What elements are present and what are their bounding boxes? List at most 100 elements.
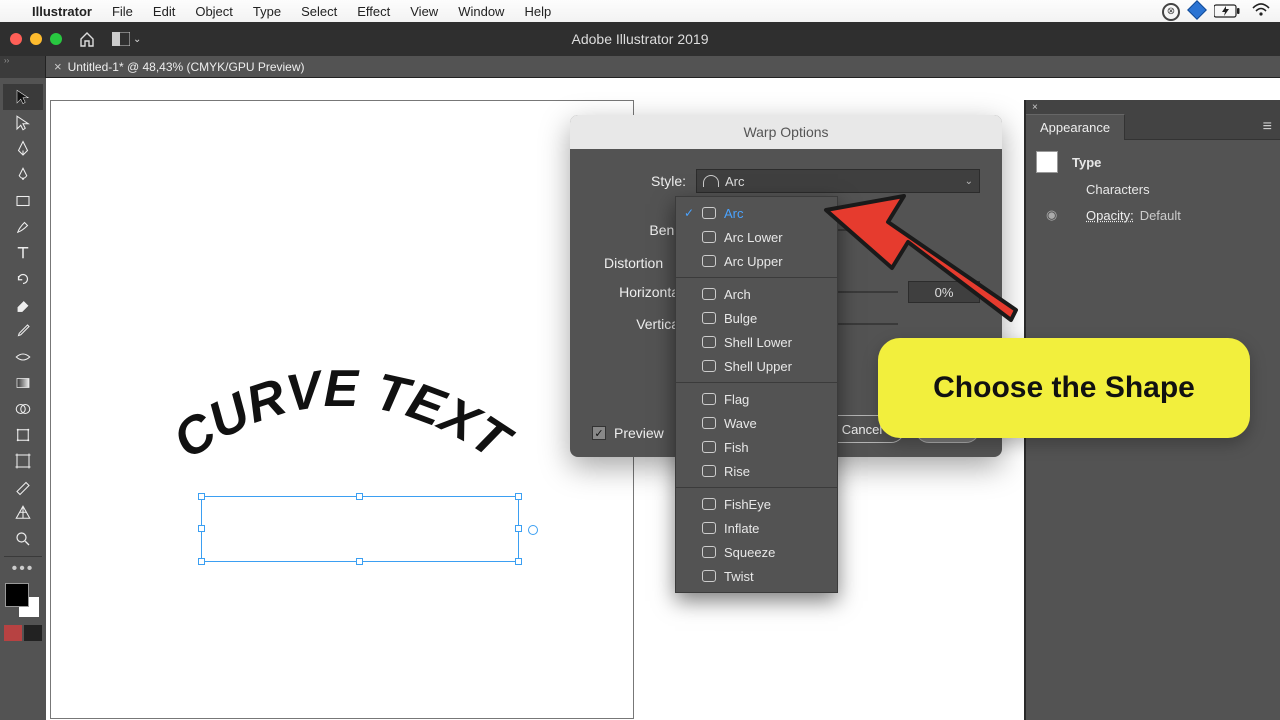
style-option-fish[interactable]: Fish	[676, 435, 837, 459]
wifi-icon[interactable]	[1252, 3, 1270, 20]
warp-shape-icon	[702, 207, 716, 219]
tab-close-icon[interactable]: ×	[54, 59, 62, 74]
eyedropper-tool[interactable]	[3, 318, 43, 344]
option-label: Twist	[724, 569, 754, 584]
check-icon: ✓	[684, 206, 694, 220]
annotation-callout: Choose the Shape	[878, 338, 1250, 438]
curved-text-object[interactable]: CURVE TEXT	[131, 351, 551, 511]
fill-swatch[interactable]	[5, 583, 29, 607]
visibility-toggle-icon[interactable]: ◉	[1046, 207, 1057, 223]
selection-rotate-handle[interactable]	[528, 525, 538, 535]
appearance-characters[interactable]: Characters	[1086, 182, 1150, 197]
dialog-titlebar[interactable]: Warp Options	[570, 115, 1002, 149]
selection-handle[interactable]	[356, 558, 363, 565]
type-tool[interactable]	[3, 240, 43, 266]
arc-icon	[703, 175, 719, 187]
gradient-tool[interactable]	[3, 370, 43, 396]
style-option-twist[interactable]: Twist	[676, 564, 837, 588]
opacity-label[interactable]: Opacity:	[1086, 208, 1134, 223]
fill-stroke-control[interactable]	[5, 583, 41, 619]
selection-handle[interactable]	[198, 558, 205, 565]
panel-menu-icon[interactable]: ≡	[1263, 118, 1272, 136]
style-option-arch[interactable]: Arch	[676, 282, 837, 306]
selection-handle[interactable]	[198, 493, 205, 500]
width-tool[interactable]	[3, 344, 43, 370]
menu-object[interactable]: Object	[185, 4, 243, 19]
warp-shape-icon	[702, 288, 716, 300]
warp-shape-icon	[702, 465, 716, 477]
diamond-icon[interactable]	[1190, 3, 1204, 20]
menu-view[interactable]: View	[400, 4, 448, 19]
draw-normal[interactable]	[4, 625, 22, 641]
creative-cloud-icon[interactable]: ⊗	[1162, 1, 1180, 21]
style-option-arc[interactable]: ✓ Arc	[676, 201, 837, 225]
rectangle-tool[interactable]	[3, 188, 43, 214]
selection-handle[interactable]	[515, 493, 522, 500]
zoom-tool[interactable]	[3, 526, 43, 552]
curvature-tool[interactable]	[3, 162, 43, 188]
slice-tool[interactable]	[3, 474, 43, 500]
document-tabs: × Untitled-1* @ 48,43% (CMYK/GPU Preview…	[46, 56, 1280, 78]
edit-toolbar[interactable]: •••	[3, 561, 43, 577]
menu-file[interactable]: File	[102, 4, 143, 19]
dialog-title: Warp Options	[743, 124, 828, 140]
style-option-shell-lower[interactable]: Shell Lower	[676, 330, 837, 354]
option-label: Arc	[724, 206, 744, 221]
opacity-value[interactable]: Default	[1140, 208, 1181, 223]
style-option-inflate[interactable]: Inflate	[676, 516, 837, 540]
style-option-shell-upper[interactable]: Shell Upper	[676, 354, 837, 378]
free-transform-tool[interactable]	[3, 422, 43, 448]
selection-handle[interactable]	[515, 558, 522, 565]
panel-close-icon[interactable]: ×	[1032, 102, 1038, 113]
style-value: Arc	[725, 174, 745, 189]
style-option-rise[interactable]: Rise	[676, 459, 837, 483]
artboard[interactable]: CURVE TEXT	[50, 100, 634, 719]
menu-edit[interactable]: Edit	[143, 4, 185, 19]
document-tab[interactable]: Untitled-1* @ 48,43% (CMYK/GPU Preview)	[68, 60, 305, 74]
rotate-tool[interactable]	[3, 266, 43, 292]
panel-corner[interactable]: ››	[0, 56, 46, 78]
panel-tab-appearance[interactable]: Appearance	[1026, 114, 1125, 140]
window-close[interactable]	[10, 33, 22, 45]
option-label: Arch	[724, 287, 751, 302]
shape-builder-tool[interactable]	[3, 396, 43, 422]
selection-tool[interactable]	[3, 84, 43, 110]
menu-select[interactable]: Select	[291, 4, 347, 19]
workspace-switcher[interactable]: ⌄	[112, 32, 141, 46]
option-label: Bulge	[724, 311, 757, 326]
style-option-bulge[interactable]: Bulge	[676, 306, 837, 330]
artboard-tool[interactable]	[3, 448, 43, 474]
style-option-arc-lower[interactable]: Arc Lower	[676, 225, 837, 249]
menu-effect[interactable]: Effect	[347, 4, 400, 19]
eraser-tool[interactable]	[3, 292, 43, 318]
pen-tool[interactable]	[3, 136, 43, 162]
battery-icon[interactable]	[1214, 4, 1242, 18]
app-name[interactable]: Illustrator	[22, 4, 102, 19]
appearance-thumbnail[interactable]	[1036, 151, 1058, 173]
warp-shape-icon	[702, 498, 716, 510]
menu-type[interactable]: Type	[243, 4, 291, 19]
warp-shape-icon	[702, 360, 716, 372]
direct-selection-tool[interactable]	[3, 110, 43, 136]
menu-window[interactable]: Window	[448, 4, 514, 19]
paintbrush-tool[interactable]	[3, 214, 43, 240]
menu-help[interactable]: Help	[514, 4, 561, 19]
preview-checkbox[interactable]: ✓	[592, 426, 606, 440]
style-option-flag[interactable]: Flag	[676, 387, 837, 411]
perspective-tool[interactable]	[3, 500, 43, 526]
selection-handle[interactable]	[515, 525, 522, 532]
selection-bounding-box[interactable]	[201, 496, 519, 562]
draw-behind[interactable]	[24, 625, 42, 641]
home-button[interactable]	[76, 28, 98, 50]
selection-handle[interactable]	[198, 525, 205, 532]
selection-handle[interactable]	[356, 493, 363, 500]
horizontal-value[interactable]: 0%	[908, 281, 980, 303]
window-minimize[interactable]	[30, 33, 42, 45]
style-option-arc-upper[interactable]: Arc Upper	[676, 249, 837, 273]
window-fullscreen[interactable]	[50, 33, 62, 45]
style-option-squeeze[interactable]: Squeeze	[676, 540, 837, 564]
style-dropdown[interactable]: Arc ⌄	[696, 169, 980, 193]
style-option-fisheye[interactable]: FishEye	[676, 492, 837, 516]
style-option-wave[interactable]: Wave	[676, 411, 837, 435]
option-label: FishEye	[724, 497, 771, 512]
